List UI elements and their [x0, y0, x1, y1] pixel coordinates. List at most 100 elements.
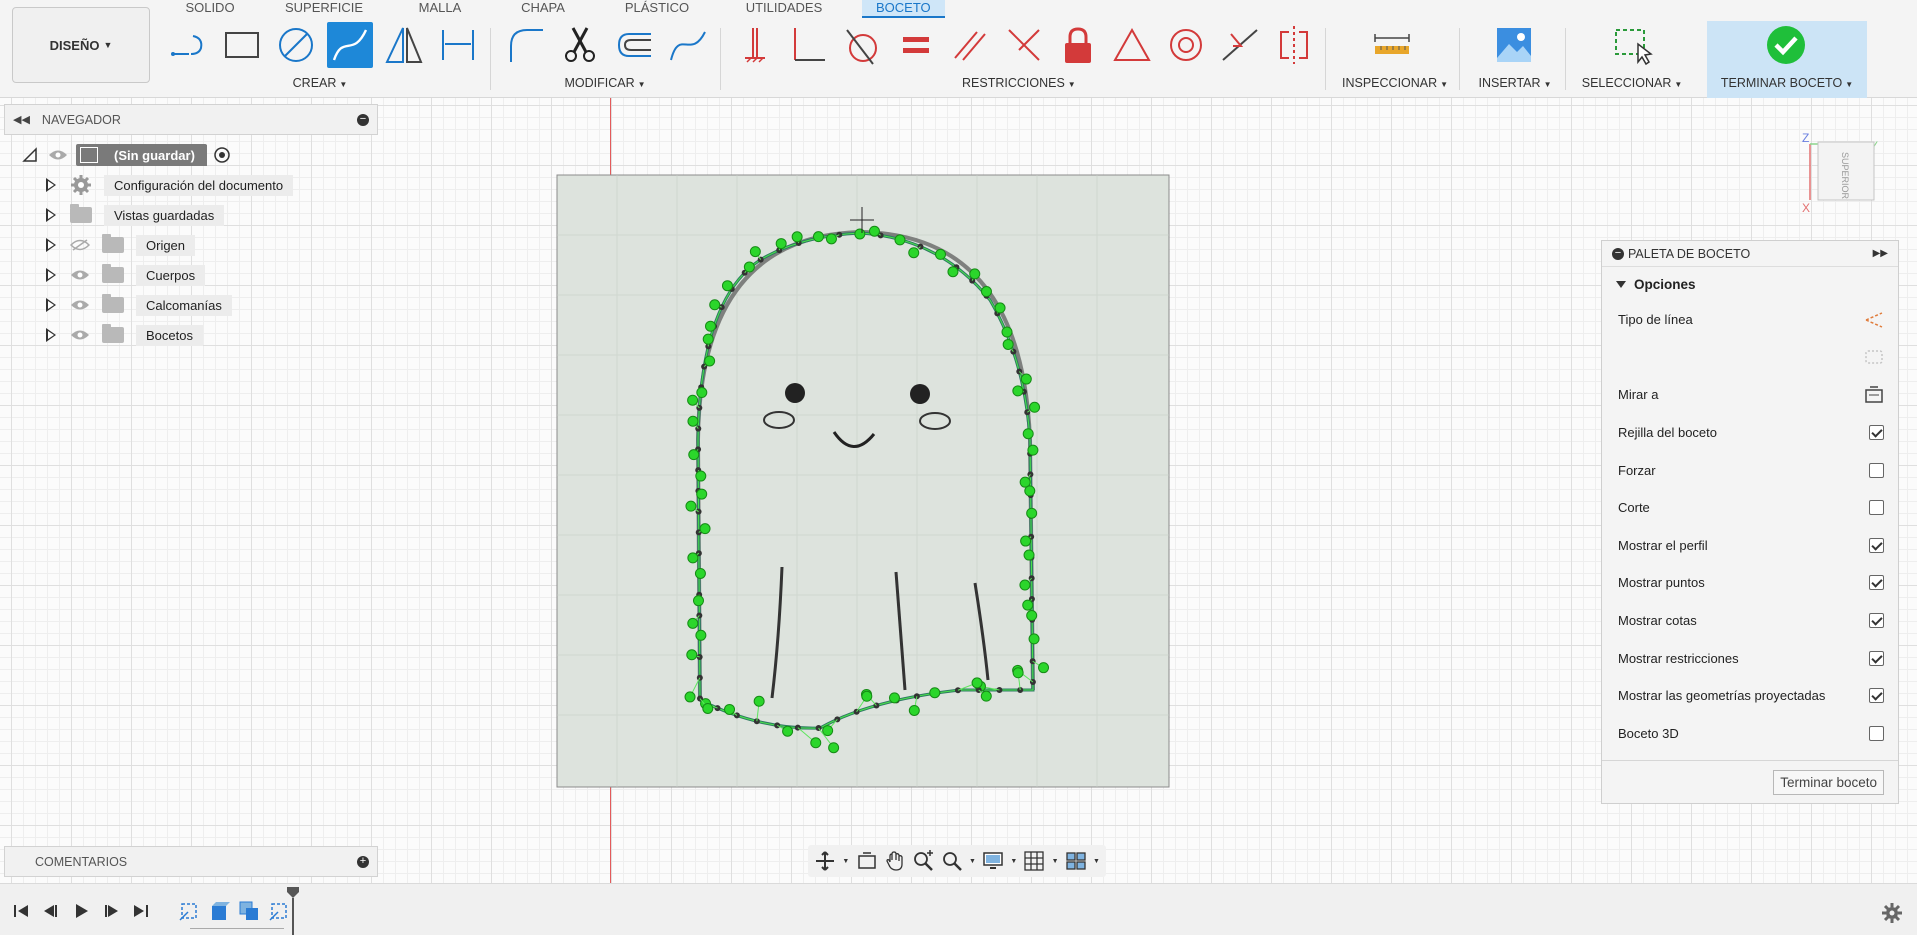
next-frame-icon[interactable]	[100, 900, 122, 922]
spline-handle-point[interactable]	[684, 691, 696, 703]
last-frame-icon[interactable]	[130, 900, 152, 922]
spline-handle-point[interactable]	[696, 387, 708, 399]
spline-handle-point[interactable]	[1001, 326, 1013, 338]
spline-handle-point[interactable]	[1026, 610, 1038, 622]
spline-handle-point[interactable]	[775, 238, 787, 250]
spline-handle-point[interactable]	[696, 488, 708, 500]
active-radio-icon[interactable]	[213, 146, 231, 164]
minimize-icon[interactable]: −	[357, 113, 369, 126]
spline-handle-point[interactable]	[724, 703, 736, 715]
previous-frame-icon[interactable]	[40, 900, 62, 922]
spline-handle-point[interactable]	[753, 695, 765, 707]
snap-checkbox[interactable]	[1869, 462, 1884, 478]
spline-handle-point[interactable]	[980, 286, 992, 298]
spline-handle-point[interactable]	[782, 725, 794, 737]
expand-icon[interactable]	[46, 268, 56, 282]
spline-handle-point[interactable]	[1020, 535, 1032, 547]
add-comment-icon[interactable]: +	[357, 855, 369, 868]
timeline-combine-icon[interactable]	[238, 900, 260, 922]
spline-handle-point[interactable]	[888, 692, 900, 704]
spline-handle-point[interactable]	[1024, 485, 1036, 497]
look-at-icon[interactable]	[1864, 385, 1884, 405]
spline-handle-point[interactable]	[1022, 599, 1034, 611]
spline-handle-point[interactable]	[822, 725, 834, 737]
play-icon[interactable]	[70, 900, 92, 922]
spline-handle-point[interactable]	[1029, 401, 1041, 413]
collapse-icon[interactable]: ◀◀	[13, 113, 30, 126]
spline-handle-point[interactable]	[810, 737, 822, 749]
tree-item-bocetos[interactable]: Bocetos	[46, 324, 203, 346]
spline-handle-point[interactable]	[980, 690, 992, 702]
show-profile-checkbox[interactable]	[1869, 537, 1884, 553]
spline-handle-point[interactable]	[702, 702, 714, 714]
tree-item-configuracion[interactable]: Configuración del documento	[46, 174, 294, 196]
spline-handle-point[interactable]	[1012, 385, 1024, 397]
spline-handle-point[interactable]	[1022, 428, 1034, 440]
spline-handle-point[interactable]	[908, 247, 920, 259]
orbit-icon[interactable]	[814, 849, 836, 873]
spline-handle-point[interactable]	[743, 261, 755, 273]
spline-handle-point[interactable]	[709, 299, 721, 311]
spline-handle-point[interactable]	[791, 231, 803, 243]
spline-handle-point[interactable]	[692, 595, 704, 607]
spline-handle-point[interactable]	[828, 742, 840, 754]
display-settings-icon[interactable]	[982, 849, 1004, 873]
expand-icon[interactable]	[46, 208, 56, 222]
timeline-extrude-icon[interactable]	[208, 900, 230, 922]
spline-handle-point[interactable]	[1038, 662, 1050, 674]
spline-handle-point[interactable]	[695, 629, 707, 641]
eye-icon[interactable]	[70, 269, 90, 281]
tree-item-vistas[interactable]: Vistas guardadas	[46, 204, 225, 226]
navigator-header[interactable]: ◀◀ NAVEGADOR −	[4, 104, 378, 135]
show-points-checkbox[interactable]	[1869, 575, 1884, 591]
expand-icon[interactable]	[46, 238, 56, 252]
show-projected-checkbox[interactable]	[1869, 688, 1884, 704]
spline-handle-point[interactable]	[695, 470, 707, 482]
spline-handle-point[interactable]	[1027, 444, 1039, 456]
spline-handle-point[interactable]	[812, 231, 824, 243]
spline-handle-point[interactable]	[868, 225, 880, 237]
expand-palette-icon[interactable]: ▶▶	[1873, 248, 1888, 259]
spline-handle-point[interactable]	[854, 228, 866, 240]
spline-handle-point[interactable]	[947, 266, 959, 278]
expand-icon[interactable]	[46, 178, 56, 192]
spline-handle-point[interactable]	[705, 320, 717, 332]
tree-item-origen[interactable]: Origen	[46, 234, 196, 256]
expand-icon[interactable]	[46, 328, 56, 342]
spline-handle-point[interactable]	[1002, 338, 1014, 350]
spline-handle-point[interactable]	[686, 649, 698, 661]
spline-handle-point[interactable]	[969, 268, 981, 280]
timeline-settings-icon[interactable]	[1881, 902, 1903, 924]
eye-icon[interactable]	[48, 149, 68, 161]
spline-handle-point[interactable]	[1012, 667, 1024, 679]
spline-handle-point[interactable]	[894, 234, 906, 246]
first-frame-icon[interactable]	[10, 900, 32, 922]
options-section[interactable]: Opciones	[1602, 267, 1898, 301]
viewports-icon[interactable]	[1065, 849, 1087, 873]
spline-handle-point[interactable]	[861, 690, 873, 702]
spline-handle-point[interactable]	[704, 355, 716, 367]
show-dimensions-checkbox[interactable]	[1869, 613, 1884, 629]
spline-handle-point[interactable]	[994, 302, 1006, 314]
look-at-nav-icon[interactable]	[855, 849, 877, 873]
line-type-icon[interactable]	[1864, 310, 1884, 330]
sketch-grid-checkbox[interactable]	[1869, 425, 1884, 441]
spline-handle-point[interactable]	[687, 394, 699, 406]
grid-settings-icon[interactable]	[1023, 849, 1045, 873]
zoom-window-icon[interactable]	[941, 849, 963, 873]
spline-handle-point[interactable]	[694, 567, 706, 579]
spline-handle-point[interactable]	[721, 280, 733, 292]
expand-icon[interactable]	[46, 298, 56, 312]
comments-header[interactable]: COMENTARIOS +	[4, 846, 378, 877]
spline-handle-point[interactable]	[1020, 373, 1032, 385]
eye-icon[interactable]	[70, 329, 90, 341]
spline-handle-point[interactable]	[971, 677, 983, 689]
spline-handle-point[interactable]	[687, 552, 699, 564]
show-constraints-checkbox[interactable]	[1869, 650, 1884, 666]
spline-handle-point[interactable]	[935, 248, 947, 260]
spline-handle-point[interactable]	[702, 333, 714, 345]
spline-handle-point[interactable]	[1019, 579, 1031, 591]
spline-handle-point[interactable]	[929, 687, 941, 699]
tree-root[interactable]: (Sin guardar)	[22, 144, 231, 166]
eye-hidden-icon[interactable]	[70, 239, 90, 251]
